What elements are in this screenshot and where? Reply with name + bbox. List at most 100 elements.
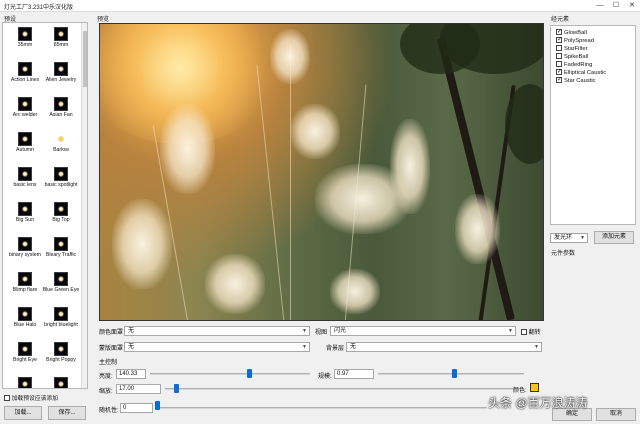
elements-list[interactable]: GlowBall PolySpread StarFilter SpikeBall… [550,25,636,225]
presets-list[interactable]: 35mm 85mm Action Lines Alien Jewelry Arc… [2,22,88,389]
main-control-label: 主控制 [99,360,118,366]
preset-item[interactable]: binary system [5,235,45,270]
element-item[interactable]: GlowBall [554,28,587,36]
preset-item[interactable]: Barlow [41,130,81,165]
watermark: 头条 @百万浪涛涛 [488,396,588,410]
element-checkbox[interactable] [556,45,562,51]
presets-scrollbar[interactable] [81,23,87,388]
preset-item[interactable]: 85mm [41,25,81,60]
preset-label: bright bluelight [44,322,78,328]
flare-label: 翻转 [528,330,541,336]
element-item[interactable]: FadedRing [554,61,592,68]
element-label: FadedRing [564,61,593,68]
element-checkbox[interactable] [556,76,562,83]
chevron-down-icon: ▼ [508,328,513,334]
preset-label: Alien Jewelry [45,77,77,83]
preset-label: Bright Eye [13,357,37,363]
preview-image[interactable] [99,23,544,321]
element-checkbox[interactable] [556,28,562,35]
random-input[interactable]: 0 [120,403,153,413]
element-item[interactable]: SpikeBall [554,53,588,60]
preset-thumbnail-icon [18,377,32,388]
preset-item[interactable]: Big Top [41,200,81,235]
scale-input[interactable]: 17.00 [116,384,161,394]
element-checkbox[interactable] [556,53,562,59]
element-label: StarFilter [564,45,588,52]
preset-item[interactable]: Action Lines [5,60,45,95]
brightness-slider-handle[interactable] [247,369,253,378]
preset-item[interactable]: Blimp flare [5,270,45,305]
preset-item[interactable]: bright bluelight [41,305,81,340]
preset-item[interactable]: basic lens [5,165,45,200]
preset-label: binary system [9,252,41,258]
minimize-button[interactable]: — [592,0,608,12]
flare-checkbox[interactable] [521,329,527,336]
brightness-slider-track[interactable] [150,373,310,375]
preset-item[interactable]: Autumn [5,130,45,165]
random-slider-handle[interactable] [155,401,160,410]
scrollbar-thumb[interactable] [83,31,87,87]
background-select[interactable]: 无 ▼ [346,342,542,352]
preset-thumbnail-icon [54,62,68,76]
close-button[interactable]: ✕ [624,0,640,12]
preset-item[interactable]: basic spotlight [41,165,81,200]
preset-item[interactable]: Big Sun [5,200,45,235]
color-mask-select[interactable]: 无 ▼ [124,326,310,336]
add-element-button[interactable]: 添加元素 [594,231,634,244]
preset-thumbnail-icon [18,132,32,146]
load-button[interactable]: 加载... [4,406,42,420]
scale-slider-track[interactable] [165,388,515,390]
preset-thumbnail-icon [18,167,32,181]
reed-plume [270,29,310,84]
brightness-input[interactable]: 140.33 [116,369,146,379]
preset-label: Arc welder [12,112,38,118]
element-item[interactable]: PolySpread [554,36,594,44]
preset-item[interactable]: 35mm [5,25,45,60]
element-params-label: 元件参数 [551,251,576,257]
texture-mask-select[interactable]: 无 ▼ [124,342,310,352]
random-slider-track[interactable] [157,407,487,409]
preset-item[interactable]: Bright Eye [5,340,45,375]
cancel-button[interactable]: 取消 [596,408,636,421]
preset-item[interactable]: Alien Jewelry [41,60,81,95]
preset-item[interactable]: Arc welder [5,95,45,130]
preset-item[interactable]: Blue Green Eye [41,270,81,305]
preset-label: Bright Poppy [46,357,76,363]
reed-plume [205,254,265,314]
preset-thumbnail-icon [54,377,68,388]
preset-thumbnail-icon [54,202,68,216]
preset-item[interactable] [5,375,45,388]
flare-option[interactable]: 翻转 [521,327,541,336]
element-item[interactable]: Elliptical Caustic [554,68,607,76]
chevron-down-icon: ▼ [302,328,307,334]
angle-input[interactable]: 0.97 [334,369,374,379]
preset-item[interactable]: Asian Fan [41,95,81,130]
scale-slider-handle[interactable] [173,384,179,393]
element-label: Elliptical Caustic [564,69,607,76]
load-add-checkbox[interactable] [4,395,10,402]
element-checkbox[interactable] [556,36,562,43]
element-item[interactable]: StarFilter [554,45,588,52]
preset-label: Barlow [53,147,69,153]
maximize-button[interactable]: ☐ [608,0,624,12]
save-button[interactable]: 保存... [48,406,86,420]
preset-item[interactable]: Bright Poppy [41,340,81,375]
angle-slider-handle[interactable] [451,369,457,378]
title-bar: 灯光工厂3.231中乐汉化版 — ☐ ✕ [0,0,640,12]
chevron-down-icon: ▼ [534,344,539,350]
preset-item[interactable]: Blue Halo [5,305,45,340]
foliage [505,84,543,164]
light-type-select[interactable]: 发光环 ▼ [550,233,588,243]
color-swatch[interactable] [530,383,539,392]
preset-thumbnail-icon [18,202,32,216]
preset-label: Big Sun [15,217,35,223]
element-checkbox[interactable] [556,61,562,67]
preset-item[interactable]: Bleary Traffic [41,235,81,270]
element-item[interactable]: Star Caustic [554,76,596,84]
preset-item[interactable] [41,375,81,388]
load-add-option[interactable]: 加载预设应该添加 [4,393,58,402]
preset-label: Big Top [52,217,70,223]
view-select[interactable]: 闪光 ▼ [330,326,516,336]
chevron-down-icon: ▼ [580,235,585,241]
element-checkbox[interactable] [556,68,562,75]
